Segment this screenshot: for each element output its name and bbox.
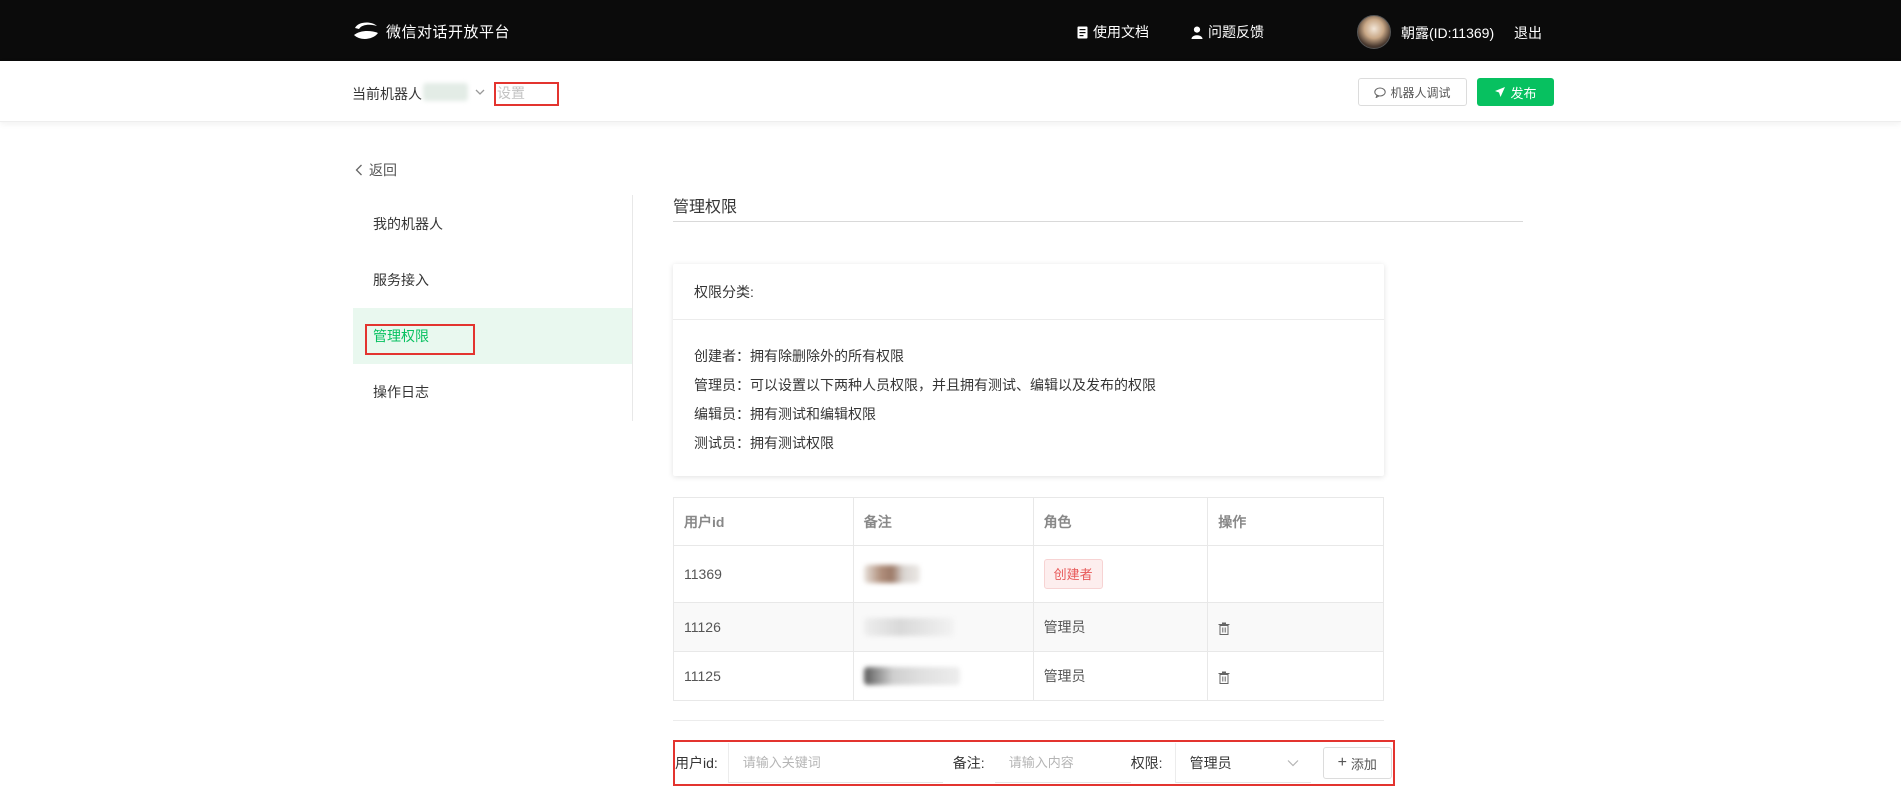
column-header-note: 备注 xyxy=(852,497,1034,546)
top-navbar: 微信对话开放平台 使用文档 问题反馈 朝露(ID:11369) 退出 xyxy=(0,0,1901,61)
members-table: 用户id 备注 角色 操作 11369 创建者 11126 管理员 11125 … xyxy=(673,497,1384,701)
title-divider xyxy=(673,221,1523,222)
permission-editor-desc: 编辑员：拥有测试和编辑权限 xyxy=(694,406,876,422)
feedback-link[interactable]: 问题反馈 xyxy=(1191,22,1264,42)
chat-bubble-icon xyxy=(1374,87,1387,98)
add-member-form: 用户id: 备注: 权限: 管理员 + 添加 xyxy=(673,740,1395,786)
note-cell xyxy=(852,602,1034,652)
bot-debug-label: 机器人调试 xyxy=(1390,85,1451,100)
role-cell: 创建者 xyxy=(1032,545,1209,603)
column-header-user-id: 用户id xyxy=(673,497,854,546)
user-id-cell: 11126 xyxy=(673,602,854,652)
actions-cell xyxy=(1207,602,1384,652)
bot-debug-button[interactable]: 机器人调试 xyxy=(1358,78,1467,106)
page-title: 管理权限 xyxy=(673,199,738,216)
add-member-button[interactable]: + 添加 xyxy=(1322,747,1392,779)
permission-creator-desc: 创建者：拥有除删除外的所有权限 xyxy=(694,348,904,364)
table-row: 11125 管理员 xyxy=(673,651,1384,701)
table-header-row: 用户id 备注 角色 操作 xyxy=(673,497,1384,546)
sidebar-item-my-bots[interactable]: 我的机器人 xyxy=(353,196,632,252)
platform-logo[interactable]: 微信对话开放平台 xyxy=(352,20,510,42)
user-name: 朝露(ID:11369) xyxy=(1401,25,1495,41)
sidebar-item-label: 我的机器人 xyxy=(373,216,443,232)
permission-types-heading: 权限分类: xyxy=(673,264,1384,320)
role-select-value: 管理员 xyxy=(1189,754,1232,771)
back-link[interactable]: 返回 xyxy=(355,160,397,180)
role-select[interactable]: 管理员 xyxy=(1174,743,1311,783)
settings-link[interactable]: 设置 xyxy=(497,83,525,103)
logo-icon xyxy=(354,22,378,39)
sidebar-item-permissions[interactable]: 管理权限 xyxy=(353,308,632,364)
user-id-input[interactable] xyxy=(727,743,943,783)
permission-admin-desc: 管理员：可以设置以下两种人员权限，并且拥有测试、编辑以及发布的权限 xyxy=(694,377,1156,393)
permission-tester-desc: 测试员：拥有测试权限 xyxy=(694,435,834,451)
note-cell xyxy=(852,651,1034,701)
creator-role-tag: 创建者 xyxy=(1043,559,1103,589)
sidebar-item-label: 操作日志 xyxy=(373,384,429,400)
docs-label: 使用文档 xyxy=(1093,24,1149,40)
table-row: 11369 创建者 xyxy=(673,545,1384,603)
feedback-label: 问题反馈 xyxy=(1208,24,1264,40)
user-icon xyxy=(1191,26,1203,39)
note-redacted xyxy=(863,618,954,637)
trash-icon[interactable] xyxy=(1218,671,1230,684)
role-cell: 管理员 xyxy=(1032,602,1209,652)
back-label: 返回 xyxy=(369,162,397,178)
chevron-down-icon[interactable] xyxy=(474,86,486,98)
bot-toolbar: 当前机器人 设置 机器人调试 发布 xyxy=(0,61,1901,122)
publish-label: 发布 xyxy=(1510,85,1537,101)
platform-name: 微信对话开放平台 xyxy=(386,23,511,41)
send-icon xyxy=(1495,87,1506,97)
trash-icon[interactable] xyxy=(1218,622,1230,635)
form-divider xyxy=(673,720,1384,721)
user-id-field-label: 用户id: xyxy=(675,755,718,771)
bot-name-redacted[interactable] xyxy=(423,83,468,101)
user-id-cell: 11125 xyxy=(673,651,854,701)
plus-icon: + xyxy=(1337,754,1347,771)
role-cell: 管理员 xyxy=(1032,651,1209,701)
chevron-down-icon xyxy=(1287,759,1299,766)
sidebar-item-operation-log[interactable]: 操作日志 xyxy=(353,364,632,420)
docs-link[interactable]: 使用文档 xyxy=(1077,22,1149,42)
publish-button[interactable]: 发布 xyxy=(1477,78,1554,106)
sidebar-divider xyxy=(632,195,633,421)
logout-link[interactable]: 退出 xyxy=(1514,23,1542,43)
permission-types-list: 创建者：拥有除删除外的所有权限 管理员：可以设置以下两种人员权限，并且拥有测试、… xyxy=(673,320,1384,458)
column-header-actions: 操作 xyxy=(1207,497,1384,546)
sidebar-item-service-access[interactable]: 服务接入 xyxy=(353,252,632,308)
current-bot-label: 当前机器人 xyxy=(352,86,422,102)
chevron-left-icon xyxy=(355,164,362,176)
note-redacted xyxy=(863,667,960,686)
role-field-label: 权限: xyxy=(1130,755,1163,771)
user-id-cell: 11369 xyxy=(673,545,854,603)
sidebar-item-label: 管理权限 xyxy=(373,328,429,344)
note-redacted xyxy=(863,565,920,584)
actions-cell xyxy=(1207,545,1384,603)
add-member-label: 添加 xyxy=(1350,756,1377,772)
user-avatar[interactable] xyxy=(1357,15,1391,49)
note-input[interactable] xyxy=(994,743,1131,783)
document-icon xyxy=(1077,26,1088,38)
column-header-role: 角色 xyxy=(1032,497,1209,546)
sidebar-item-label: 服务接入 xyxy=(373,272,429,288)
note-cell xyxy=(852,545,1034,603)
actions-cell xyxy=(1207,651,1384,701)
note-field-label: 备注: xyxy=(952,755,985,771)
table-row: 11126 管理员 xyxy=(673,602,1384,652)
permission-types-card: 权限分类: 创建者：拥有除删除外的所有权限 管理员：可以设置以下两种人员权限，并… xyxy=(673,264,1384,476)
